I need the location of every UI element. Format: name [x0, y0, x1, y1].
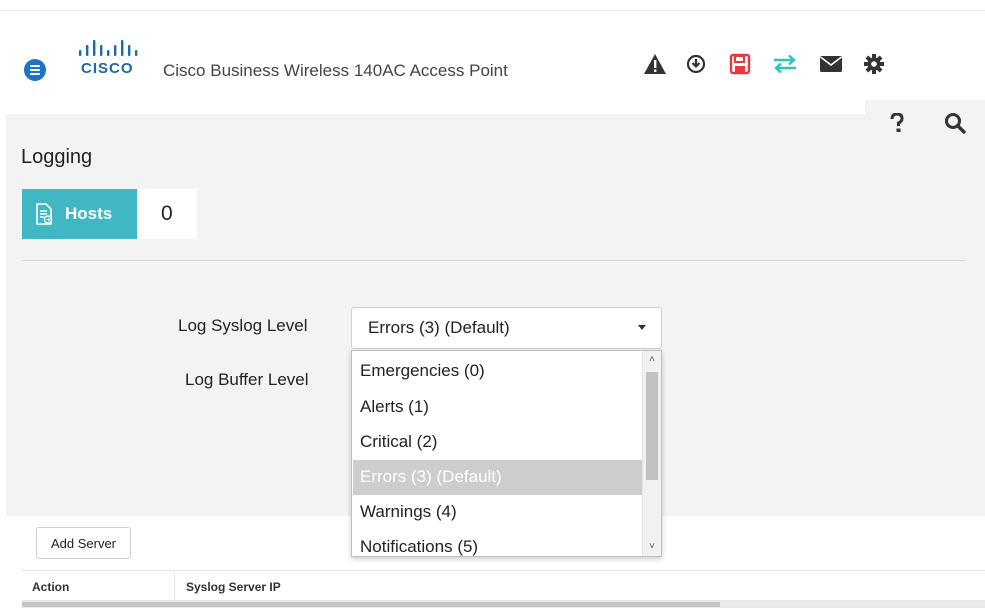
- search-icon[interactable]: [942, 110, 968, 136]
- document-icon: [36, 203, 53, 225]
- section-divider: [22, 260, 966, 261]
- dropdown-option-selected[interactable]: Errors (3) (Default): [353, 460, 642, 495]
- cisco-logo: CISCO: [78, 39, 152, 85]
- gear-icon[interactable]: [861, 51, 887, 77]
- header-bar: CISCO Cisco Business Wireless 140AC Acce…: [0, 11, 985, 114]
- cisco-logo-text: CISCO: [81, 60, 134, 77]
- warning-icon[interactable]: [642, 51, 668, 77]
- log-syslog-level-select[interactable]: Errors (3) (Default): [351, 307, 662, 349]
- scroll-down-icon[interactable]: ˅: [647, 542, 657, 552]
- page-title: Logging: [21, 146, 93, 168]
- download-icon[interactable]: [683, 51, 709, 77]
- transfer-icon[interactable]: [772, 51, 798, 77]
- column-divider: [174, 571, 175, 600]
- horizontal-scrollbar[interactable]: [22, 601, 985, 608]
- syslog-level-dropdown[interactable]: Emergencies (0) Alerts (1) Critical (2) …: [351, 350, 662, 557]
- mail-icon[interactable]: [818, 51, 844, 77]
- column-header-action[interactable]: Action: [32, 580, 69, 594]
- chevron-down-icon: [638, 325, 646, 330]
- dropdown-option[interactable]: Critical (2): [353, 425, 642, 460]
- select-value: Errors (3) (Default): [368, 318, 510, 337]
- scroll-up-icon[interactable]: ˄: [647, 355, 657, 365]
- scrollbar-thumb[interactable]: [22, 602, 720, 607]
- menu-icon[interactable]: [24, 59, 46, 81]
- dropdown-scrollbar[interactable]: ˄ ˅: [642, 351, 661, 556]
- app-title: Cisco Business Wireless 140AC Access Poi…: [163, 61, 508, 80]
- add-server-button[interactable]: Add Server: [36, 527, 131, 559]
- log-syslog-level-label: Log Syslog Level: [178, 316, 308, 335]
- column-header-syslog-server-ip[interactable]: Syslog Server IP: [186, 580, 281, 594]
- hosts-count: 0: [137, 189, 197, 239]
- save-icon[interactable]: [727, 51, 753, 77]
- scrollbar-thumb[interactable]: [646, 372, 658, 480]
- table-header: Action Syslog Server IP: [22, 570, 985, 601]
- dropdown-option[interactable]: Alerts (1): [353, 390, 642, 425]
- log-buffer-level-label: Log Buffer Level: [185, 370, 309, 389]
- dropdown-option[interactable]: Warnings (4): [353, 495, 642, 530]
- dropdown-option[interactable]: Emergencies (0): [353, 354, 642, 389]
- cisco-logo-bars-icon: [79, 40, 138, 56]
- hosts-label: Hosts: [65, 204, 113, 223]
- hosts-button[interactable]: Hosts: [22, 189, 137, 239]
- dropdown-option[interactable]: Notifications (5): [353, 530, 642, 556]
- help-icon[interactable]: [884, 110, 910, 136]
